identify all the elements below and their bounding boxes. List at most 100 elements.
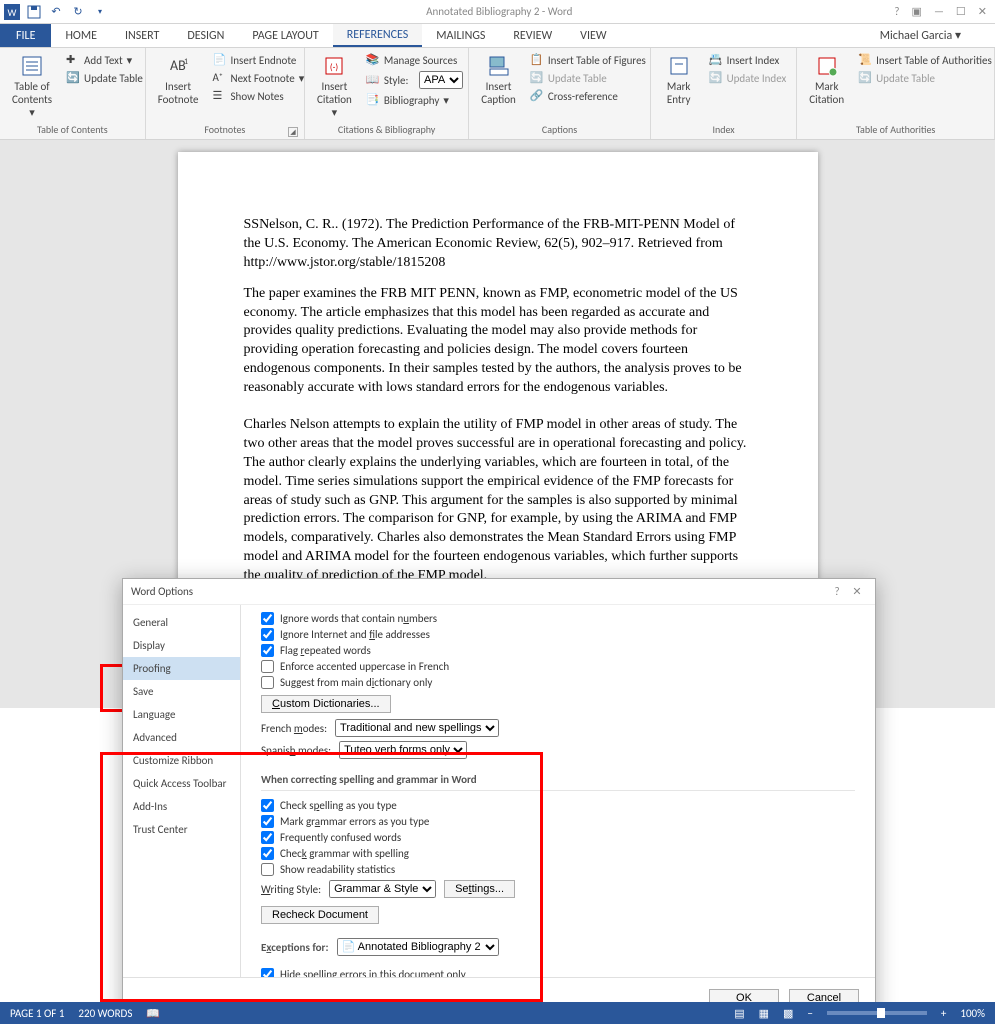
nav-display[interactable]: Display bbox=[123, 634, 240, 657]
check-suggest-main[interactable]: Suggest from main dictionary only bbox=[261, 676, 855, 689]
word-options-dialog: Word Options ? ✕ General Display Proofin… bbox=[122, 578, 876, 1018]
bibliography-button[interactable]: 📑Bibliography ▾ bbox=[362, 92, 467, 108]
redo-icon[interactable]: ↻ bbox=[70, 4, 86, 20]
tab-insert[interactable]: INSERT bbox=[111, 24, 173, 47]
close-icon[interactable]: ✕ bbox=[978, 5, 987, 18]
spanish-modes-label: Spanish modes: bbox=[261, 744, 331, 757]
nav-advanced[interactable]: Advanced bbox=[123, 726, 240, 749]
exceptions-select[interactable]: 📄 Annotated Bibliography 2 bbox=[337, 938, 499, 956]
update-index-button[interactable]: 🔄Update Index bbox=[705, 70, 791, 86]
exceptions-label: Exceptions for: bbox=[261, 941, 329, 954]
section-heading: When correcting spelling and grammar in … bbox=[261, 773, 855, 791]
update-toc-button[interactable]: 🔄Update Table bbox=[62, 70, 147, 86]
nav-customize-ribbon[interactable]: Customize Ribbon bbox=[123, 749, 240, 772]
add-text-button[interactable]: ✚Add Text ▾ bbox=[62, 52, 147, 68]
nav-quick-access-toolbar[interactable]: Quick Access Toolbar bbox=[123, 772, 240, 795]
doc-paragraph: Charles Nelson attempts to explain the u… bbox=[244, 416, 752, 586]
insert-toa-button[interactable]: 📜Insert Table of Authorities bbox=[854, 52, 995, 68]
spell-check-icon[interactable]: 📖 bbox=[146, 1007, 160, 1020]
status-bar: PAGE 1 OF 1 220 WORDS 📖 ▤ ▦ ▩ − + 100% bbox=[0, 1002, 995, 1024]
doc-paragraph: The paper examines the FRB MIT PENN, kno… bbox=[244, 285, 752, 398]
settings-button[interactable]: Settings... bbox=[444, 880, 515, 898]
tab-page-layout[interactable]: PAGE LAYOUT bbox=[238, 24, 332, 47]
insert-footnote-button[interactable]: AB1 Insert Footnote bbox=[152, 52, 205, 108]
zoom-out-icon[interactable]: − bbox=[807, 1007, 812, 1020]
check-grammar-with-spelling[interactable]: Check grammar with spelling bbox=[261, 847, 855, 860]
custom-dictionaries-button[interactable]: Custom Dictionaries... bbox=[261, 695, 391, 713]
tab-references[interactable]: REFERENCES bbox=[333, 24, 423, 47]
zoom-slider[interactable] bbox=[827, 1011, 927, 1015]
file-tab[interactable]: FILE bbox=[0, 24, 51, 47]
check-hide-spelling[interactable]: Hide spelling errors in this document on… bbox=[261, 968, 855, 977]
nav-trust-center[interactable]: Trust Center bbox=[123, 818, 240, 841]
window-title: Annotated Bibliography 2 - Word bbox=[112, 5, 886, 18]
spanish-modes-select[interactable]: Tuteo verb forms only bbox=[339, 741, 467, 759]
view-read-icon[interactable]: ▤ bbox=[734, 1007, 744, 1020]
writing-style-label: Writing Style: bbox=[261, 883, 321, 896]
status-page[interactable]: PAGE 1 OF 1 bbox=[10, 1007, 64, 1020]
zoom-in-icon[interactable]: + bbox=[941, 1007, 946, 1020]
tab-home[interactable]: HOME bbox=[51, 24, 111, 47]
french-modes-select[interactable]: Traditional and new spellings bbox=[335, 719, 499, 737]
recheck-document-button[interactable]: Recheck Document bbox=[261, 906, 379, 924]
check-ignore-numbers[interactable]: Ignore words that contain numbers bbox=[261, 612, 855, 625]
check-spelling-as-type[interactable]: Check spelling as you type bbox=[261, 799, 855, 812]
writing-style-select[interactable]: Grammar & Style bbox=[329, 880, 436, 898]
share-icon[interactable] bbox=[971, 24, 995, 47]
tab-view[interactable]: VIEW bbox=[566, 24, 620, 47]
table-of-contents-button[interactable]: Table of Contents▾ bbox=[6, 52, 58, 121]
check-enforce-french[interactable]: Enforce accented uppercase in French bbox=[261, 660, 855, 673]
insert-citation-button[interactable]: (-) Insert Citation▾ bbox=[311, 52, 358, 121]
show-notes-button[interactable]: ☰Show Notes bbox=[209, 88, 309, 104]
dialog-title: Word Options bbox=[131, 585, 193, 598]
nav-language[interactable]: Language bbox=[123, 703, 240, 726]
options-content[interactable]: Ignore words that contain numbers Ignore… bbox=[241, 605, 875, 977]
svg-text:W: W bbox=[8, 6, 17, 19]
manage-sources-button[interactable]: 📚Manage Sources bbox=[362, 52, 467, 68]
citation-style-select[interactable]: 📖Style: APA bbox=[362, 70, 467, 90]
nav-save[interactable]: Save bbox=[123, 680, 240, 703]
maximize-icon[interactable]: ☐ bbox=[956, 5, 966, 18]
view-print-icon[interactable]: ▦ bbox=[759, 1007, 769, 1020]
mark-citation-button[interactable]: Mark Citation bbox=[803, 52, 850, 108]
check-frequently-confused[interactable]: Frequently confused words bbox=[261, 831, 855, 844]
minimize-icon[interactable]: — bbox=[934, 5, 944, 18]
nav-general[interactable]: General bbox=[123, 611, 240, 634]
footnotes-launcher-icon[interactable]: ◢ bbox=[288, 127, 298, 137]
tab-review[interactable]: REVIEW bbox=[499, 24, 566, 47]
tab-design[interactable]: DESIGN bbox=[173, 24, 238, 47]
insert-table-of-figures-button[interactable]: 📋Insert Table of Figures bbox=[526, 52, 650, 68]
update-toa-button[interactable]: 🔄Update Table bbox=[854, 70, 995, 86]
nav-proofing[interactable]: Proofing bbox=[123, 657, 240, 680]
check-ignore-internet[interactable]: Ignore Internet and file addresses bbox=[261, 628, 855, 641]
insert-caption-button[interactable]: Insert Caption bbox=[475, 52, 522, 108]
french-modes-label: French modes: bbox=[261, 722, 327, 735]
word-icon: W bbox=[4, 4, 20, 20]
svg-text:1: 1 bbox=[184, 57, 188, 67]
help-icon[interactable]: ? bbox=[894, 5, 899, 18]
zoom-level[interactable]: 100% bbox=[960, 1007, 985, 1020]
svg-text:(-): (-) bbox=[330, 62, 338, 73]
dialog-close-icon[interactable]: ✕ bbox=[847, 585, 867, 598]
save-icon[interactable] bbox=[26, 4, 42, 20]
tab-mailings[interactable]: MAILINGS bbox=[422, 24, 499, 47]
doc-paragraph: SSNelson, C. R.. (1972). The Prediction … bbox=[244, 216, 752, 273]
ribbon-display-icon[interactable]: ▣ bbox=[912, 5, 922, 18]
view-web-icon[interactable]: ▩ bbox=[783, 1007, 793, 1020]
check-readability[interactable]: Show readability statistics bbox=[261, 863, 855, 876]
next-footnote-button[interactable]: A⁺Next Footnote ▾ bbox=[209, 70, 309, 86]
insert-endnote-button[interactable]: 📄Insert Endnote bbox=[209, 52, 309, 68]
undo-icon[interactable]: ↶ bbox=[48, 4, 64, 20]
check-flag-repeated[interactable]: Flag repeated words bbox=[261, 644, 855, 657]
qat-more-icon[interactable]: ▾ bbox=[92, 4, 108, 20]
update-tof-button[interactable]: 🔄Update Table bbox=[526, 70, 650, 86]
check-grammar-as-type[interactable]: Mark grammar errors as you type bbox=[261, 815, 855, 828]
account-menu[interactable]: Michael Garcia ▾ bbox=[870, 24, 971, 47]
cross-reference-button[interactable]: 🔗Cross-reference bbox=[526, 88, 650, 104]
nav-add-ins[interactable]: Add-Ins bbox=[123, 795, 240, 818]
status-words[interactable]: 220 WORDS bbox=[78, 1007, 132, 1020]
mark-entry-button[interactable]: Mark Entry bbox=[657, 52, 701, 108]
insert-index-button[interactable]: 📇Insert Index bbox=[705, 52, 791, 68]
dialog-help-icon[interactable]: ? bbox=[827, 585, 847, 598]
options-nav: General Display Proofing Save Language A… bbox=[123, 605, 241, 977]
